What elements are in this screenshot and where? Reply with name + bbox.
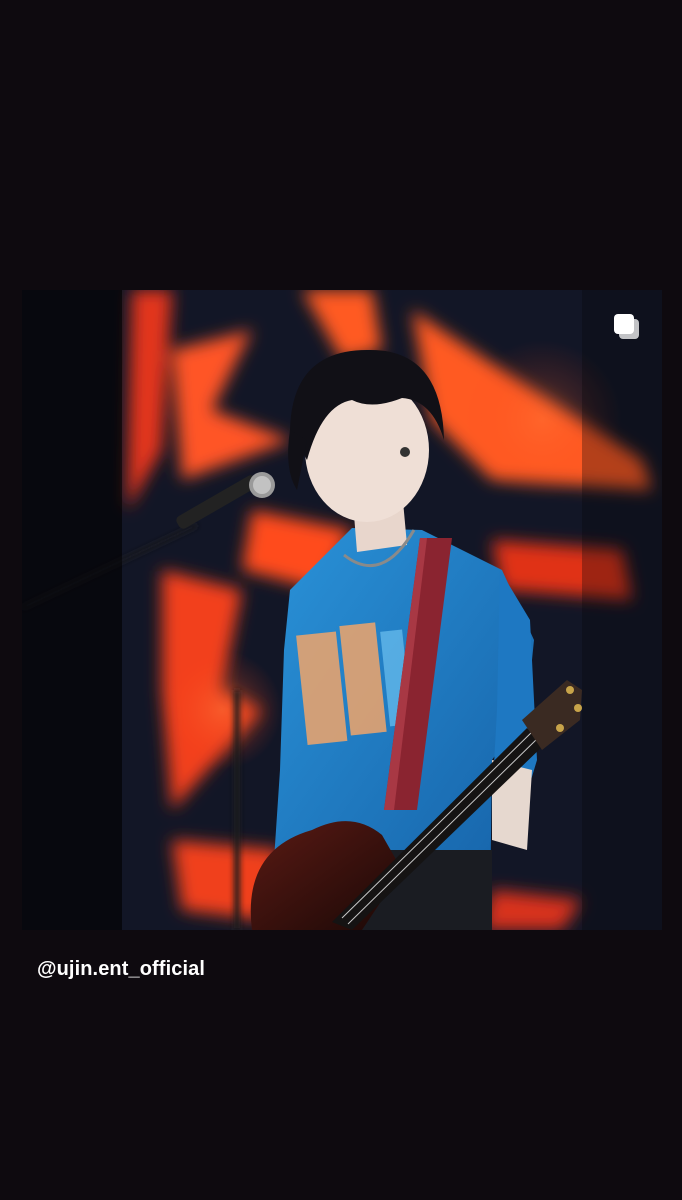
account-mention-link[interactable]: @ujin.ent_official	[37, 958, 205, 981]
story-view: @ujin.ent_official	[0, 0, 682, 1200]
multiple-photos-icon[interactable]	[610, 310, 642, 342]
performer-photo	[22, 290, 662, 930]
post-photo[interactable]	[22, 290, 662, 930]
